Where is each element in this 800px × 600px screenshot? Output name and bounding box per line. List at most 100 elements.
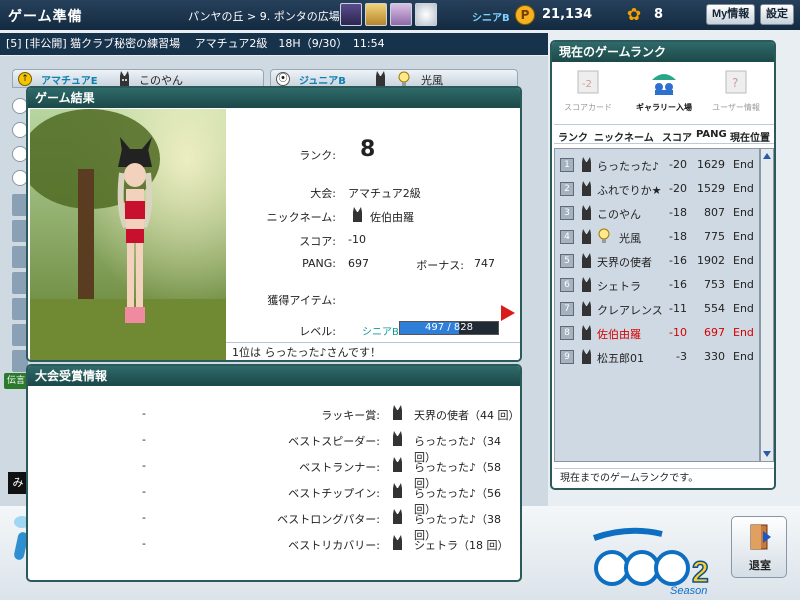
- award-name: ベストリカバリー:: [288, 539, 380, 552]
- award-row: - ベストチップイン: らったった♪（56 回）: [30, 479, 518, 516]
- col-position: 現在位置: [730, 133, 770, 144]
- cat-mascot-icon: [582, 301, 591, 316]
- scroll-down-icon[interactable]: [763, 451, 771, 457]
- tournament-value: アマチュア2級: [348, 187, 421, 200]
- scorecard-icon: -2: [577, 70, 599, 94]
- tab-scorecard[interactable]: -2 スコアカード: [556, 66, 620, 118]
- next-arrow-icon[interactable]: [501, 305, 515, 321]
- player-avatar-3[interactable]: [390, 3, 412, 26]
- award-row: - ベストロングパター: らったった♪（38 回）: [30, 505, 518, 542]
- tab-gallery[interactable]: ギャラリー入場: [632, 66, 696, 118]
- cat-mascot-icon: [393, 405, 402, 420]
- room-info-bar: [5] [非公開] 猫クラブ秘密の練習場 アマチュア2級 18H（9/30） 1…: [0, 33, 548, 55]
- ranking-row[interactable]: 7 クレアレンス -11 554 End: [555, 297, 761, 321]
- level-progress-bar: 497 / 828: [399, 321, 499, 335]
- cat-mascot-icon: [393, 509, 402, 524]
- bonus-label: ボーナス:: [416, 259, 464, 272]
- breadcrumb: パンヤの丘 > 9. ポンタの広場: [188, 10, 340, 23]
- message-badge[interactable]: 伝言: [4, 373, 28, 389]
- player-rank: ジュニアB: [299, 76, 346, 87]
- col-rank: ランク: [558, 133, 588, 144]
- award-title: 大会受賞情報: [28, 366, 520, 386]
- ranking-scrollbar[interactable]: [760, 148, 774, 462]
- award-name: ベストチップイン:: [288, 487, 380, 500]
- gift-count: 8: [654, 7, 664, 22]
- ranking-footer: 現在までのゲームランクです。: [554, 468, 774, 488]
- game-result-title: ゲーム結果: [28, 88, 520, 108]
- nickname-value: 佐伯由羅: [370, 211, 414, 224]
- rank-label: ランク:: [299, 149, 336, 162]
- col-score: スコア: [662, 133, 692, 144]
- ranking-column-headers: ランク ニックネーム スコア PANG 現在位置: [554, 124, 774, 144]
- svg-text:?: ?: [732, 76, 738, 90]
- result-footer: 1位は らったった♪さんです！: [226, 342, 520, 360]
- ranking-row[interactable]: 3 このやん -18 807 End: [555, 201, 761, 225]
- cat-mascot-icon: [582, 277, 591, 292]
- award-list: - ラッキー賞: 天界の使者（44 回） - ベストスピーダー: らったった♪（…: [30, 387, 520, 577]
- award-row: - ラッキー賞: 天界の使者（44 回）: [30, 401, 520, 426]
- ranking-list: 1 らったった♪ -20 1629 End 2 ふれでりか★ -20 1529 End 3 …: [554, 148, 760, 462]
- cat-mascot-icon: [582, 325, 591, 340]
- level-rank: シニアB: [362, 327, 399, 338]
- leave-room-label: 退室: [749, 559, 771, 572]
- award-winner: シェトラ（18 回）: [414, 539, 509, 552]
- col-nickname: ニックネーム: [594, 133, 654, 144]
- page-title: ゲーム準備: [8, 9, 83, 25]
- col-pang: PANG: [696, 129, 727, 140]
- svg-text:-2: -2: [582, 79, 592, 90]
- ranking-row[interactable]: 4 光風 -18 775 End: [555, 225, 761, 249]
- cat-mascot-icon: [393, 535, 402, 550]
- player-rank: アマチュアE: [41, 76, 98, 87]
- rank-value: 8: [360, 137, 376, 162]
- award-row: - ベストスピーダー: らったった♪（34 回）: [30, 427, 518, 464]
- pangya-logo: Season 2: [593, 527, 709, 596]
- pang-amount: 21,134: [542, 7, 593, 22]
- score-value: -10: [348, 233, 366, 246]
- ranking-row-current-user[interactable]: 8 佐伯由羅 -10 697 End: [555, 321, 761, 345]
- cat-mascot-icon: [582, 349, 591, 364]
- cat-mascot-icon: [582, 253, 591, 268]
- door-icon: [750, 524, 771, 550]
- ranking-row[interactable]: 5 天界の使者 -16 1902 End: [555, 249, 761, 273]
- cat-mascot-icon: [353, 207, 362, 222]
- award-name: ベストスピーダー:: [288, 435, 380, 448]
- result-details: ランク: 8 大会: アマチュア2級 ニックネーム: 佐伯由羅 スコア: -10…: [226, 109, 520, 342]
- award-panel: 大会受賞情報 - ラッキー賞: 天界の使者（44 回） - ベストスピーダー: …: [26, 364, 522, 582]
- character-portrait: [30, 109, 226, 360]
- player-avatar-1[interactable]: [340, 3, 362, 26]
- ranking-row[interactable]: 1 らったった♪ -20 1629 End: [555, 153, 761, 177]
- player-avatar-4[interactable]: [415, 3, 437, 26]
- cat-mascot-icon: [393, 483, 402, 498]
- lightbulb-icon: [598, 228, 610, 243]
- player-avatar-2[interactable]: [365, 3, 387, 26]
- nickname-label: ニックネーム:: [266, 211, 336, 224]
- ranking-row[interactable]: 9 松五郎01 -3 330 End: [555, 345, 761, 369]
- scroll-up-icon[interactable]: [763, 153, 771, 159]
- ranking-panel: 現在のゲームランク -2 スコアカード ギャラリー入場 ? ユーザー情報 ランク…: [550, 40, 776, 490]
- ranking-tabs: -2 スコアカード ギャラリー入場 ? ユーザー情報: [552, 62, 774, 122]
- settings-button[interactable]: 設定: [760, 4, 794, 25]
- tournament-label: 大会:: [310, 187, 336, 200]
- tab-user-info[interactable]: ? ユーザー情報: [704, 66, 768, 118]
- level-progress-text: 497 / 828: [425, 322, 473, 333]
- gift-icon: ✿: [626, 5, 642, 25]
- game-result-panel: ゲーム結果 ランク: 8 大会: アマチュア2級 ニックネーム: 佐伯由羅 スコ…: [26, 86, 522, 362]
- level-label: レベル:: [299, 325, 336, 338]
- slot-marker-icon: ⦿: [276, 72, 290, 86]
- ranking-row[interactable]: 2 ふれでりか★ -20 1529 End: [555, 177, 761, 201]
- ranking-row[interactable]: 6 シェトラ -16 753 End: [555, 273, 761, 297]
- my-info-button[interactable]: My情報: [706, 4, 756, 25]
- gallery-icon: [652, 74, 676, 95]
- cat-mascot-icon: [582, 181, 591, 196]
- cat-mascot-icon: [393, 431, 402, 446]
- award-row: - ベストランナー: らったった♪（58 回）: [30, 453, 518, 490]
- award-row: - ベストリカバリー: シェトラ（18 回）: [30, 531, 518, 556]
- leave-room-button[interactable]: 退室: [731, 516, 787, 578]
- cat-mascot-icon: [393, 457, 402, 472]
- user-rank: シニアB: [472, 13, 510, 24]
- ready-icon: ↑: [18, 72, 32, 86]
- ranking-title: 現在のゲームランク: [552, 42, 774, 62]
- cat-mascot-icon: [582, 205, 591, 220]
- chat-input[interactable]: み: [8, 472, 28, 494]
- user-info-icon: ?: [725, 70, 747, 94]
